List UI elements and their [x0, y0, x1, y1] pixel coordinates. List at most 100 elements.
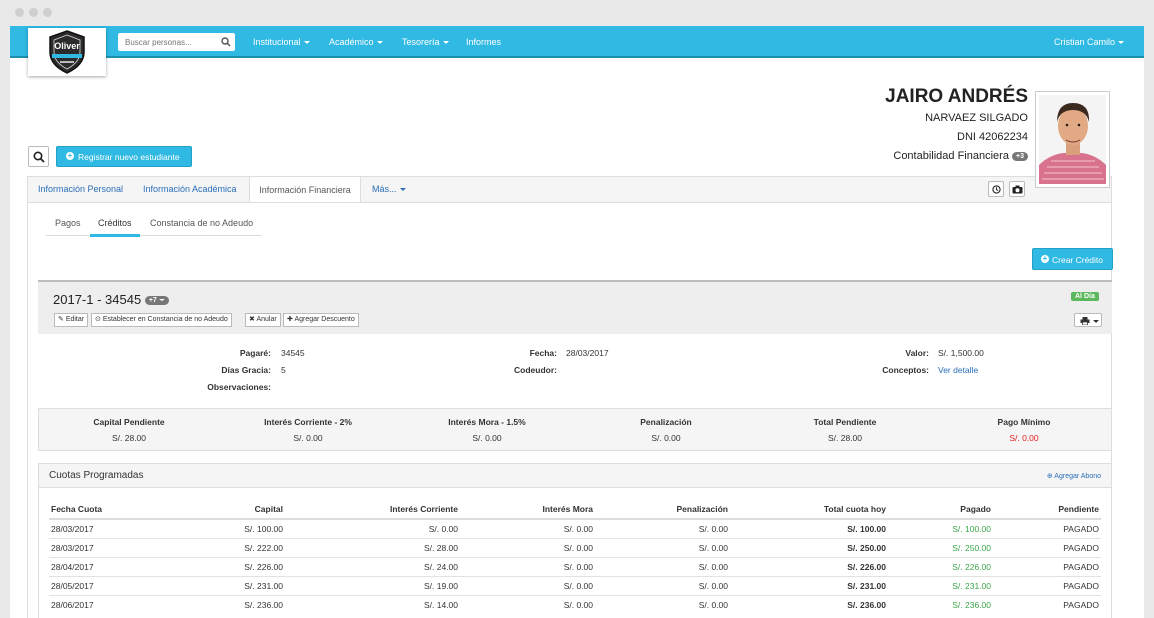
nav-informes[interactable]: Informes — [466, 37, 501, 47]
cell-total: S/. 100.00 — [730, 518, 888, 539]
nav-informes-label: Informes — [466, 37, 502, 47]
cell-interes-corriente: S/. 28.00 — [285, 538, 460, 558]
summary-label: Total Pendiente — [813, 417, 877, 427]
credit-title: 2017-1 - 34545 +7 — [53, 292, 169, 307]
register-student-button[interactable]: + Registrar nuevo estudiante — [56, 146, 192, 167]
subtab-divider — [46, 235, 262, 236]
cell-fecha: 28/03/2017 — [49, 538, 159, 558]
camera-button[interactable] — [1009, 181, 1025, 197]
credit-count-badge[interactable]: +7 — [144, 296, 169, 306]
cell-interes-corriente: S/. 0.00 — [285, 518, 460, 539]
cell-total: S/. 226.00 — [730, 557, 888, 577]
tab-informacion-financiera[interactable]: Información Financiera — [249, 176, 361, 203]
nav-academico-label: Académico — [329, 37, 374, 47]
chevron-down-icon — [1118, 41, 1125, 45]
summary-label: Penalización — [640, 417, 692, 427]
nav-institucional-label: Institucional — [253, 37, 301, 47]
tab-mas-label: Más... — [372, 184, 397, 194]
table-row: 28/03/2017 S/. 222.00 S/. 28.00 S/. 0.00… — [49, 538, 1101, 558]
subtab-creditos[interactable]: Créditos — [98, 218, 132, 228]
student-first-name: JAIRO ANDRÉS — [885, 86, 1028, 107]
column-header: Penalización — [595, 500, 730, 520]
search-student-button[interactable] — [28, 146, 49, 167]
cell-pendiente: PAGADO — [993, 538, 1101, 558]
add-discount-label: Agregar Descuento — [294, 316, 355, 323]
search-box — [118, 33, 235, 51]
minimize-window-dot[interactable] — [29, 8, 38, 17]
student-last-name: NARVAEZ SILGADO — [925, 112, 1028, 124]
app-logo[interactable]: Oliver — [28, 28, 106, 76]
summary-pago-minimo: Pago Mínimo S/. 0.00 — [944, 417, 1104, 443]
main-tabs: Información Personal Información Académi… — [27, 176, 1112, 203]
search-icon — [33, 151, 45, 163]
search-input[interactable] — [118, 33, 218, 51]
summary-total-pendiente: Total Pendiente S/. 28.00 — [765, 417, 925, 443]
search-icon[interactable] — [221, 37, 231, 47]
window-titlebar — [0, 0, 1154, 26]
cell-total: S/. 236.00 — [730, 595, 888, 615]
credit-code: 2017-1 - 34545 — [53, 292, 142, 307]
user-menu[interactable]: Cristian Camilo — [1054, 37, 1125, 47]
cell-pendiente: PAGADO — [993, 576, 1101, 596]
cell-interes-corriente: S/. 14.00 — [285, 595, 460, 615]
nav-tesoreria[interactable]: Tesorería — [402, 37, 449, 47]
subtab-pagos[interactable]: Pagos — [55, 218, 81, 228]
cancel-credit-button[interactable]: ✖ Anular — [245, 313, 281, 327]
chevron-down-icon — [376, 41, 383, 45]
history-button[interactable] — [988, 181, 1004, 197]
ver-detalle-link[interactable]: Ver detalle — [938, 365, 978, 375]
tab-informacion-academica[interactable]: Información Académica — [143, 184, 237, 194]
cell-capital: S/. 231.00 — [159, 576, 285, 596]
column-header: Interés Mora — [460, 500, 595, 520]
set-constancia-button[interactable]: ⊙ Establecer en Constancia de no Adeudo — [91, 313, 232, 327]
cell-penalizacion: S/. 0.00 — [595, 518, 730, 539]
cell-interes-mora: S/. 0.00 — [460, 538, 595, 558]
cell-pagado: S/. 250.00 — [888, 538, 993, 558]
clock-icon — [992, 185, 1001, 194]
create-credit-button[interactable]: + Crear Crédito — [1032, 248, 1113, 270]
summary-value: S/. 0.00 — [1009, 433, 1039, 443]
print-button[interactable] — [1074, 313, 1102, 327]
table-row: 28/04/2017 S/. 226.00 S/. 24.00 S/. 0.00… — [49, 557, 1101, 577]
cell-pagado: S/. 226.00 — [888, 557, 993, 577]
column-header: Pagado — [888, 500, 993, 520]
maximize-window-dot[interactable] — [43, 8, 52, 17]
conceptos-label: Conceptos: — [882, 365, 929, 375]
add-payment-link[interactable]: ⊕ Agregar Abono — [1047, 472, 1101, 480]
logo-text: Oliver — [54, 41, 80, 51]
column-header: Interés Corriente — [285, 500, 460, 520]
shield-icon — [49, 30, 85, 74]
fecha-label: Fecha: — [529, 348, 557, 358]
cell-capital: S/. 236.00 — [159, 595, 285, 615]
edit-button[interactable]: ✎ Editar — [54, 313, 89, 327]
tab-informacion-personal[interactable]: Información Personal — [38, 184, 123, 194]
summary-label: Interés Mora - 1.5% — [448, 417, 526, 427]
subtab-constancia[interactable]: Constancia de no Adeudo — [150, 218, 253, 228]
dias-gracia-label: Días Gracia: — [221, 365, 271, 375]
add-discount-button[interactable]: ✚ Agregar Descuento — [283, 313, 359, 327]
cell-capital: S/. 222.00 — [159, 538, 285, 558]
nav-tesoreria-label: Tesorería — [402, 37, 440, 47]
add-payment-label: Agregar Abono — [1054, 473, 1101, 480]
cell-interes-corriente: S/. 24.00 — [285, 557, 460, 577]
nav-academico[interactable]: Académico — [329, 37, 383, 47]
cell-pendiente: PAGADO — [993, 557, 1101, 577]
chevron-down-icon — [1093, 320, 1099, 323]
cell-fecha: 28/06/2017 — [49, 595, 159, 615]
cell-fecha: 28/03/2017 — [49, 518, 159, 539]
set-constancia-label: Establecer en Constancia de no Adeudo — [102, 316, 228, 323]
tab-mas[interactable]: Más... — [372, 184, 406, 194]
user-name: Cristian Camilo — [1054, 37, 1116, 47]
credit-status-badge: Al Día — [1071, 292, 1099, 301]
chevron-down-icon — [303, 41, 310, 45]
credit-summary: Capital Pendiente S/. 28.00 Interés Corri… — [38, 408, 1112, 451]
nav-institucional[interactable]: Institucional — [253, 37, 310, 47]
program-count-badge[interactable]: +3 — [1012, 151, 1028, 161]
cuotas-title: Cuotas Programadas — [49, 470, 144, 481]
app-window: Institucional Académico Tesorería Inform… — [10, 26, 1144, 618]
cell-fecha: 28/05/2017 — [49, 576, 159, 596]
column-header: Total cuota hoy — [730, 500, 888, 520]
summary-interes-corriente: Interés Corriente - 2% S/. 0.00 — [228, 417, 388, 443]
close-window-dot[interactable] — [15, 8, 24, 17]
cell-fecha: 28/04/2017 — [49, 557, 159, 577]
